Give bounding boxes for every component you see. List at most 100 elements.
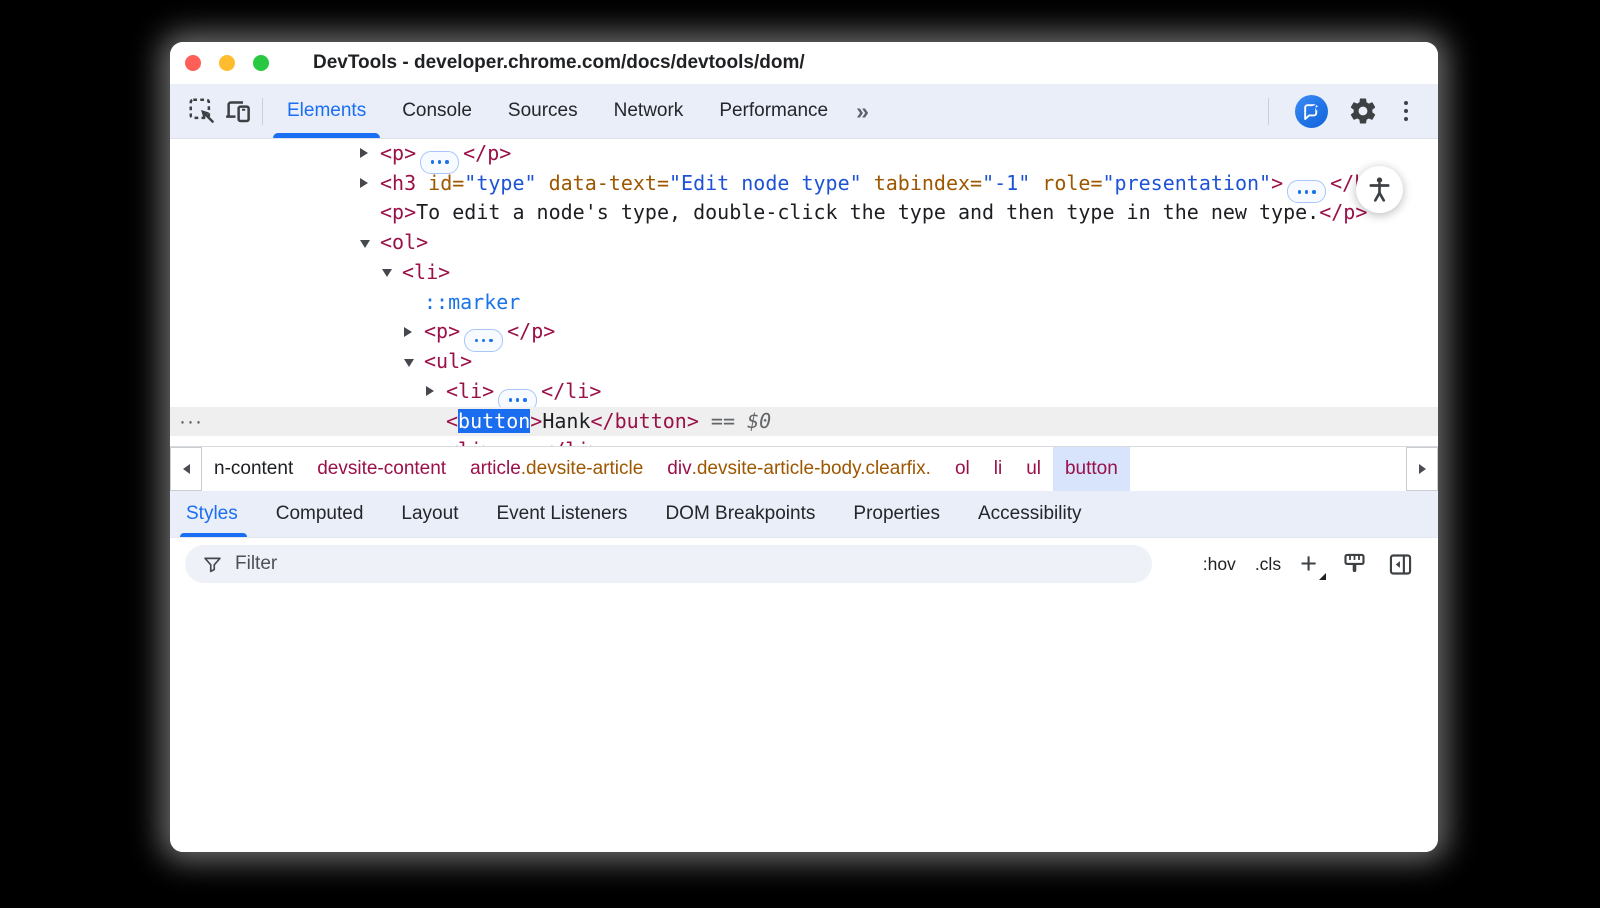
dom-tree-row[interactable]: <ol> [170, 228, 1438, 258]
new-style-rule-button[interactable]: + [1300, 550, 1322, 579]
code-token: ul [1026, 458, 1041, 480]
tab-layout[interactable]: Layout [382, 491, 477, 537]
code-token: role= [1030, 171, 1102, 195]
dom-tree-row[interactable]: <li></li> [170, 436, 1438, 446]
styles-filter-bar: Filter :hov .cls + [170, 538, 1438, 852]
filter-bar-controls: :hov .cls + [1203, 545, 1414, 583]
paint-brush-icon [1341, 551, 1368, 578]
styles-pane-tabs: StylesComputedLayoutEvent ListenersDOM B… [170, 491, 1438, 538]
dom-tree-row[interactable]: <p></p> [170, 139, 1438, 169]
code-token: "-1" [982, 171, 1030, 195]
more-options-button[interactable] [1398, 99, 1414, 124]
gear-icon [1348, 96, 1378, 126]
zoom-button[interactable] [253, 55, 269, 71]
dom-tree-row[interactable]: ::marker [170, 288, 1438, 318]
dom-tree-row[interactable]: <li></li> [170, 377, 1438, 407]
tab-styles[interactable]: Styles [170, 491, 257, 537]
code-token: > [530, 409, 542, 433]
devtools-toolbar: ElementsConsoleSourcesNetworkPerformance… [170, 84, 1438, 139]
breadcrumb-item-article[interactable]: article.devsite-article [458, 447, 655, 491]
code-token: ::marker [424, 290, 520, 314]
window-title: DevTools - developer.chrome.com/docs/dev… [313, 52, 805, 74]
dom-tree-row[interactable]: <p></p> [170, 317, 1438, 347]
tab-dom-breakpoints[interactable]: DOM Breakpoints [646, 491, 834, 537]
code-token: > [1271, 171, 1283, 195]
dom-tree-row[interactable]: <p>To edit a node's type, double-click t… [170, 198, 1438, 228]
expand-arrow-icon[interactable] [404, 327, 412, 337]
pseudo-state-toggle-button[interactable]: :hov [1203, 554, 1236, 575]
code-token: <p> [424, 319, 460, 343]
filter-funnel-icon [202, 554, 223, 575]
dom-tree: <p></p><h3 id="type" data-text="Edit nod… [170, 139, 1438, 446]
code-token: tabindex= [862, 171, 982, 195]
tab-computed[interactable]: Computed [257, 491, 383, 537]
code-token: data-text= [537, 171, 669, 195]
code-token: <ol> [380, 230, 428, 254]
inspect-element-button[interactable] [184, 93, 220, 129]
toggle-sidebar-button[interactable] [1387, 551, 1414, 578]
expand-arrow-icon[interactable] [426, 386, 434, 396]
code-token: article [470, 458, 521, 480]
code-token: "Edit node type" [669, 171, 862, 195]
tab-sources[interactable]: Sources [490, 84, 596, 138]
settings-button[interactable] [1348, 96, 1378, 126]
breadcrumb-scroll-left-button[interactable] [170, 447, 202, 491]
filter-placeholder: Filter [235, 553, 277, 575]
collapse-arrow-icon[interactable] [360, 240, 370, 248]
code-token: devsite-content [317, 458, 446, 480]
tab-performance[interactable]: Performance [701, 84, 846, 138]
code-token: .devsite-article-body.clearfix. [692, 458, 931, 480]
expand-arrow-icon[interactable] [360, 178, 368, 188]
code-token: <li> [446, 438, 494, 446]
breadcrumb-item-n-content[interactable]: n-content [202, 447, 305, 491]
collapse-arrow-icon[interactable] [382, 269, 392, 277]
device-toolbar-icon [223, 96, 253, 126]
breadcrumb-item-devsite-content[interactable]: devsite-content [305, 447, 458, 491]
breadcrumb-item-ul[interactable]: ul [1014, 447, 1053, 491]
dom-tree-row[interactable]: ···<button>Hank</button> == $0 [170, 407, 1438, 437]
breadcrumb-item-li[interactable]: li [982, 447, 1014, 491]
close-button[interactable] [185, 55, 201, 71]
breadcrumb-item-ol[interactable]: ol [943, 447, 982, 491]
code-token: </li> [541, 379, 601, 403]
inspect-icon [187, 96, 217, 126]
tab-accessibility[interactable]: Accessibility [959, 491, 1100, 537]
dom-tree-row[interactable]: <h3 id="type" data-text="Edit node type"… [170, 169, 1438, 199]
panel-tabs: ElementsConsoleSourcesNetworkPerformance [269, 84, 846, 138]
breadcrumb-item-div[interactable]: div.devsite-article-body.clearfix. [655, 447, 943, 491]
code-token: </button> [591, 409, 699, 433]
chevron-right-icon [1419, 464, 1426, 474]
device-toolbar-button[interactable] [220, 93, 256, 129]
element-classes-toggle-button[interactable]: .cls [1255, 554, 1281, 575]
dom-tree-row[interactable]: <ul> [170, 347, 1438, 377]
code-token: n-content [214, 458, 293, 480]
code-token: id= [416, 171, 464, 195]
breadcrumb-item-button[interactable]: button [1053, 447, 1130, 491]
breadcrumb-scroll-right-button[interactable] [1406, 447, 1438, 491]
rendering-emulation-button[interactable] [1341, 551, 1368, 578]
ai-assistance-button[interactable] [1295, 95, 1328, 128]
breadcrumb: n-contentdevsite-contentarticle.devsite-… [170, 446, 1438, 491]
code-token: <ul> [424, 349, 472, 373]
expand-arrow-icon[interactable] [360, 148, 368, 158]
minimize-button[interactable] [219, 55, 235, 71]
tab-elements[interactable]: Elements [269, 84, 384, 138]
code-token: "type" [464, 171, 536, 195]
sidebar-panel-icon [1387, 551, 1414, 578]
code-token: <h3 [380, 171, 416, 195]
tab-network[interactable]: Network [596, 84, 702, 138]
tab-console[interactable]: Console [384, 84, 490, 138]
tab-event-listeners[interactable]: Event Listeners [477, 491, 646, 537]
tab-properties[interactable]: Properties [834, 491, 959, 537]
code-token: .devsite-article [521, 458, 644, 480]
devtools-window: DevTools - developer.chrome.com/docs/dev… [170, 42, 1438, 852]
dom-tree-row[interactable]: <li> [170, 258, 1438, 288]
code-token: ol [955, 458, 970, 480]
more-panels-button[interactable]: » [846, 98, 879, 125]
toolbar-divider [262, 98, 263, 125]
code-token: To edit a node's type, double-click the … [416, 200, 1319, 224]
code-token: div [667, 458, 691, 480]
filter-input[interactable]: Filter [185, 545, 1152, 583]
code-token: <p> [380, 141, 416, 165]
collapse-arrow-icon[interactable] [404, 359, 414, 367]
